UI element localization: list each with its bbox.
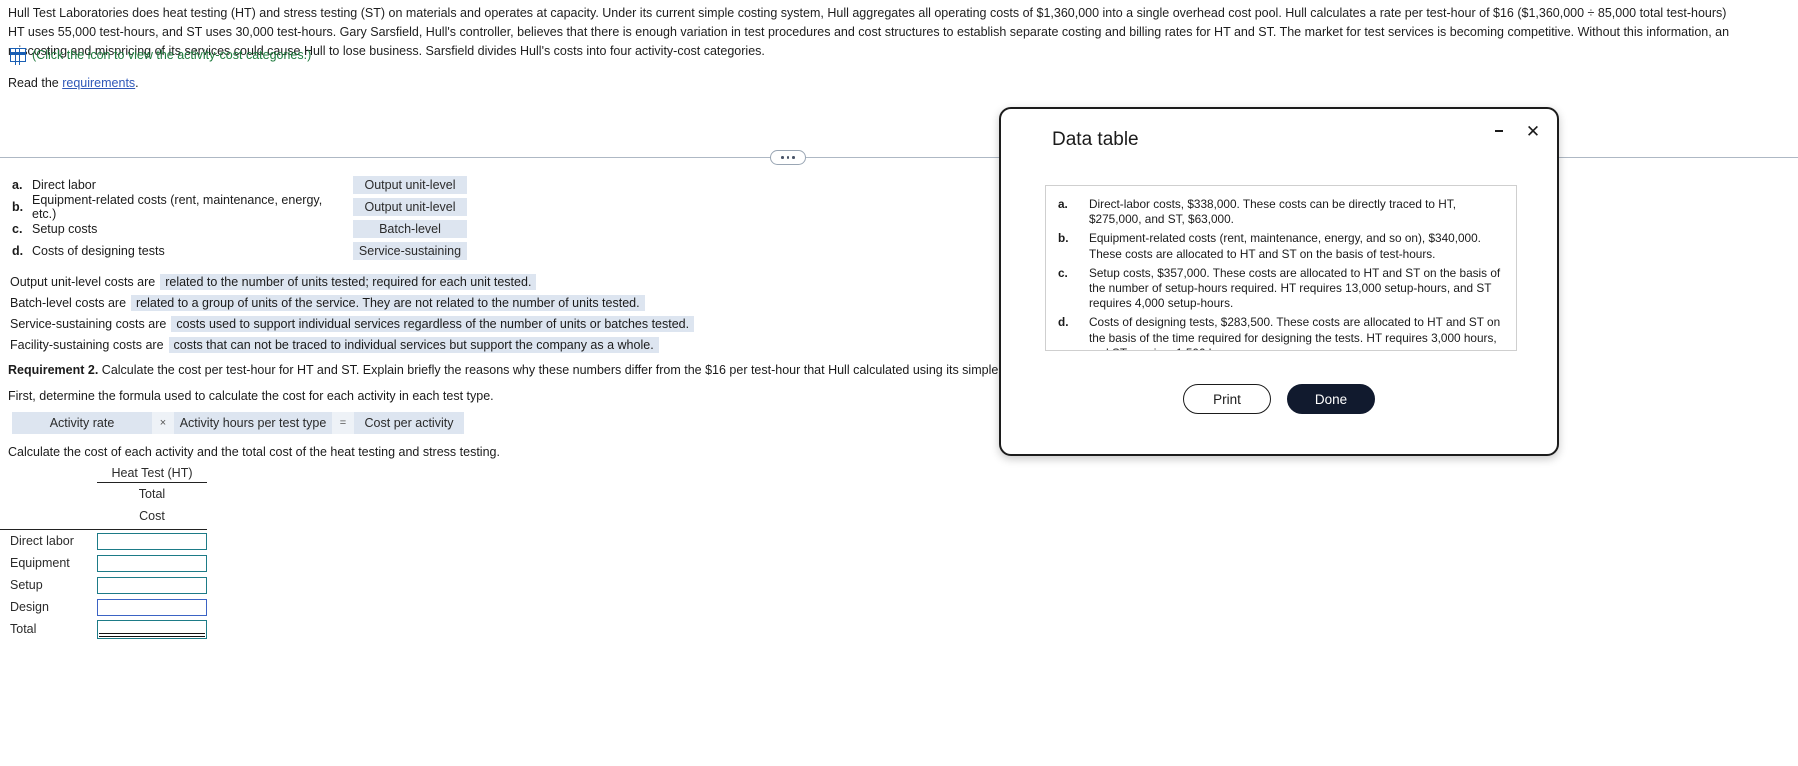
minimize-icon[interactable] — [1489, 121, 1509, 141]
dot-1 — [781, 156, 784, 159]
data-item: c. Setup costs, $357,000. These costs ar… — [1046, 266, 1516, 312]
divider-drag-handle[interactable] — [770, 150, 806, 165]
category-row: c. Setup costs Batch-level — [10, 218, 990, 240]
page-root: Hull Test Laboratories does heat testing… — [0, 0, 1798, 766]
dot-3 — [792, 156, 795, 159]
data-table-dialog: Data table ✕ a. Direct-labor costs, $338… — [999, 107, 1559, 456]
data-item: a. Direct-labor costs, $338,000. These c… — [1046, 197, 1516, 227]
dialog-title: Data table — [1052, 129, 1139, 150]
requirement-2-label: Requirement 2. — [8, 363, 99, 377]
category-letter: b. — [12, 200, 24, 214]
definition-select-facility-sustaining[interactable]: costs that can not be traced to individu… — [168, 336, 659, 353]
activity-cost-hint: (Click the icon to view the activity-cos… — [32, 48, 312, 62]
row-label-equipment: Equipment — [10, 556, 70, 570]
data-item: d. Costs of designing tests, $283,500. T… — [1046, 315, 1516, 350]
dialog-content: a. Direct-labor costs, $338,000. These c… — [1045, 185, 1517, 351]
formula-term-activity-rate[interactable]: Activity rate — [12, 412, 152, 434]
category-select-b[interactable]: Output unit-level — [353, 198, 467, 216]
dialog-titlebar: Data table ✕ — [1001, 109, 1557, 169]
minimize-glyph — [1495, 130, 1503, 132]
category-letter: d. — [12, 244, 24, 258]
requirement-2-text: Calculate the cost per test-hour for HT … — [98, 363, 1088, 377]
calculate-instruction: Calculate the cost of each activity and … — [8, 445, 500, 459]
data-item-letter: b. — [1058, 231, 1069, 246]
data-item-letter: d. — [1058, 315, 1069, 330]
definition-row: Batch-level costs are related to a group… — [10, 292, 694, 313]
data-item-letter: a. — [1058, 197, 1068, 211]
dialog-window-controls: ✕ — [1489, 121, 1543, 141]
table-row: Setup — [0, 574, 215, 596]
table-row: Total — [0, 618, 215, 640]
category-label: Setup costs — [32, 222, 98, 236]
category-letter: a. — [12, 178, 23, 192]
definition-label: Service-sustaining costs are — [10, 316, 167, 331]
row-label-setup: Setup — [10, 578, 43, 592]
table-grid-icon[interactable] — [10, 48, 26, 62]
category-row: d. Costs of designing tests Service-sust… — [10, 240, 990, 262]
column-header-heat-test: Heat Test (HT) — [97, 466, 207, 483]
category-letter: c. — [12, 222, 23, 236]
done-button[interactable]: Done — [1287, 384, 1375, 414]
input-setup[interactable] — [97, 576, 207, 594]
column-subheader-total: Total — [138, 487, 166, 501]
category-label: Direct labor — [32, 178, 96, 192]
column-subheader-cost: Cost — [139, 509, 165, 523]
problem-line-2: HT uses 55,000 test-hours, and ST uses 3… — [8, 25, 1730, 39]
category-row: b. Equipment-related costs (rent, mainte… — [10, 193, 990, 221]
definition-row: Output unit-level costs are related to t… — [10, 271, 694, 292]
category-label: Equipment-related costs (rent, maintenan… — [32, 193, 323, 221]
table-row: Design — [0, 596, 215, 618]
formula-instruction: First, determine the formula used to cal… — [8, 389, 494, 403]
print-button[interactable]: Print — [1183, 384, 1271, 414]
definition-label: Output unit-level costs are — [10, 274, 156, 289]
row-label-total: Total — [10, 622, 37, 636]
definition-label: Batch-level costs are — [10, 295, 127, 310]
input-total[interactable] — [97, 619, 207, 639]
requirement-2-heading: Requirement 2. Calculate the cost per te… — [8, 363, 1088, 377]
data-item-letter: c. — [1058, 265, 1068, 280]
read-suffix: . — [135, 76, 139, 90]
formula-result-cost-per-activity[interactable]: Cost per activity — [354, 412, 464, 434]
formula-operator-equals: = — [332, 412, 354, 434]
close-icon[interactable]: ✕ — [1523, 121, 1543, 141]
category-label: Costs of designing tests — [32, 244, 165, 258]
definition-row: Facility-sustaining costs are costs that… — [10, 334, 694, 355]
dialog-actions: Print Done — [1001, 384, 1557, 414]
data-item-text: Costs of designing tests, $283,500. Thes… — [1089, 315, 1501, 350]
definition-label: Facility-sustaining costs are — [10, 337, 164, 352]
formula-operator-multiply: × — [152, 412, 174, 434]
table-row: Direct labor — [0, 530, 215, 552]
category-select-d[interactable]: Service-sustaining — [353, 242, 467, 260]
dot-2 — [786, 156, 790, 159]
input-direct-labor[interactable] — [97, 532, 207, 550]
input-design[interactable] — [97, 598, 207, 616]
answer-table: Heat Test (HT) Total Cost Direct labor E… — [0, 466, 215, 640]
total-input-wrapper — [97, 619, 207, 639]
read-prefix: Read the — [8, 76, 63, 90]
category-classification-list: a. Direct labor Output unit-level b. Equ… — [10, 174, 990, 262]
row-label-design: Design — [10, 600, 49, 614]
requirements-link[interactable]: requirements — [62, 76, 135, 90]
input-equipment[interactable] — [97, 554, 207, 572]
read-requirements-line: Read the requirements. — [8, 76, 139, 90]
activity-cost-icon-line: (Click the icon to view the activity-cos… — [10, 48, 311, 62]
formula-strip: Activity rate × Activity hours per test … — [12, 412, 464, 434]
table-row: Equipment — [0, 552, 215, 574]
definition-select-batch-level[interactable]: related to a group of units of the servi… — [131, 294, 645, 311]
row-label-direct-labor: Direct labor — [10, 534, 74, 548]
data-item-text: Setup costs, $357,000. These costs are a… — [1089, 265, 1501, 311]
formula-term-activity-hours[interactable]: Activity hours per test type — [174, 412, 332, 434]
data-item: b. Equipment-related costs (rent, mainte… — [1046, 231, 1516, 261]
data-item-text: Direct-labor costs, $338,000. These cost… — [1089, 197, 1456, 227]
cost-definitions: Output unit-level costs are related to t… — [10, 271, 695, 355]
category-select-c[interactable]: Batch-level — [353, 220, 467, 238]
data-item-text: Equipment-related costs (rent, maintenan… — [1089, 231, 1481, 261]
category-select-a[interactable]: Output unit-level — [353, 176, 467, 194]
definition-select-output-unit-level[interactable]: related to the number of units tested; r… — [160, 273, 537, 290]
definition-row: Service-sustaining costs are costs used … — [10, 313, 695, 334]
problem-line-1: Hull Test Laboratories does heat testing… — [8, 6, 1727, 20]
definition-select-service-sustaining[interactable]: costs used to support individual service… — [171, 315, 695, 332]
